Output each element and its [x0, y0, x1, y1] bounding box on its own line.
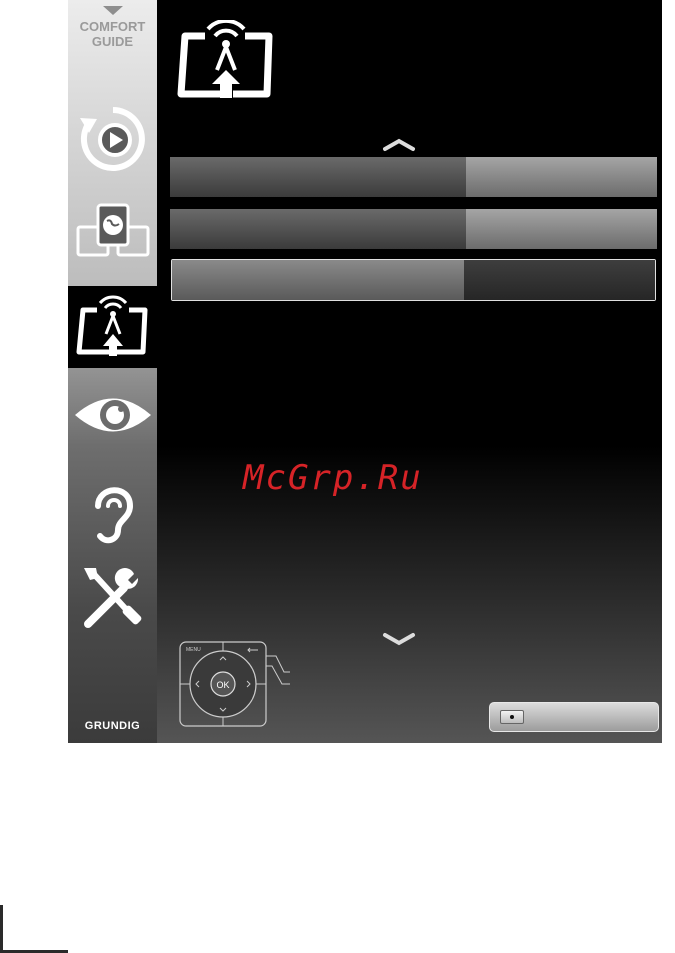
playback-icon	[79, 107, 145, 171]
brand-logo: GRUNDIG	[84, 720, 141, 732]
sidebar: COMFORT GUIDE GRUNDIG	[68, 0, 157, 743]
source-antenna-icon	[76, 295, 147, 356]
chevron-down-icon	[102, 6, 123, 15]
menu-row-label	[172, 260, 464, 300]
remote-control-help: OK MENU	[172, 638, 312, 735]
menu-row-value	[464, 260, 655, 300]
menu-row[interactable]	[170, 157, 657, 197]
sidebar-item-playback[interactable]	[68, 98, 157, 180]
sidebar-item-source[interactable]	[68, 286, 157, 368]
sidebar-item-settings[interactable]	[68, 556, 157, 638]
source-antenna-icon	[177, 18, 273, 98]
sidebar-item-picture[interactable]	[68, 374, 157, 456]
settings-tools-icon	[83, 568, 141, 628]
menu-row-label	[170, 157, 466, 197]
sidebar-item-media[interactable]	[68, 190, 157, 272]
picture-eye-icon	[74, 398, 151, 432]
page-corner-mark	[0, 905, 3, 953]
menu-row-value	[466, 157, 657, 197]
ok-button-label: OK	[216, 680, 229, 690]
back-key-icon	[500, 710, 524, 724]
media-network-icon	[76, 203, 149, 257]
header-source-icon	[175, 18, 275, 105]
tv-screen: COMFORT GUIDE GRUNDIG McGrp.Ru OK MENU	[68, 0, 662, 743]
menu-row-value	[466, 209, 657, 249]
menu-row-selected[interactable]	[171, 259, 656, 301]
menu-key-label: MENU	[186, 647, 201, 653]
comfort-guide-label: COMFORT GUIDE	[79, 19, 146, 49]
sound-ear-icon	[94, 487, 133, 544]
menu-row[interactable]	[170, 209, 657, 249]
watermark-text: McGrp.Ru	[243, 458, 423, 498]
menu-row-label	[170, 209, 466, 249]
scroll-down-icon[interactable]	[382, 632, 416, 651]
scroll-up-icon[interactable]	[382, 138, 416, 157]
back-button[interactable]	[489, 702, 659, 732]
main-panel: McGrp.Ru OK MENU	[157, 0, 662, 743]
sidebar-item-sound[interactable]	[68, 472, 157, 554]
comfort-guide-tab[interactable]: COMFORT GUIDE	[68, 0, 157, 82]
